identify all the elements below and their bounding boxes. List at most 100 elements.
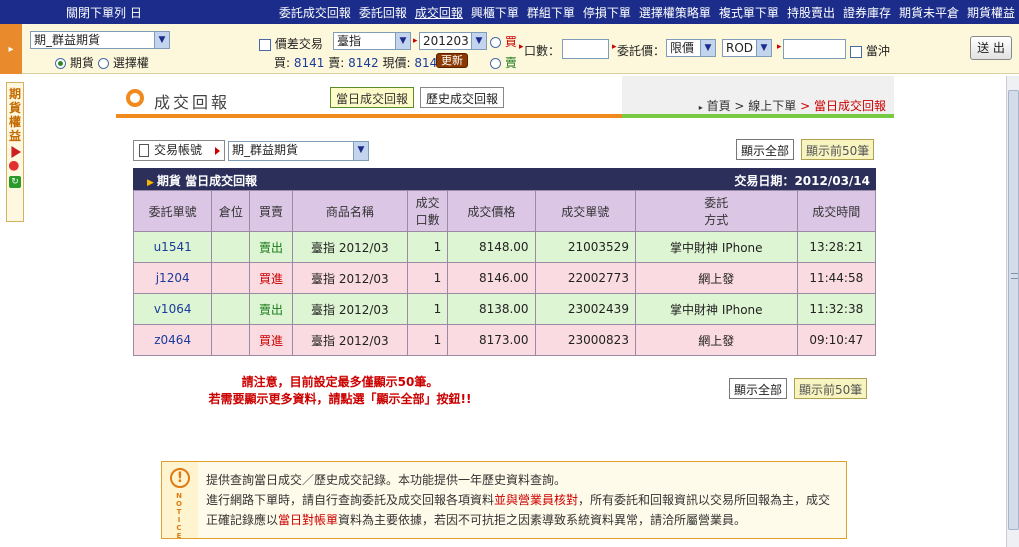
nav-link-5[interactable]: 停損下單 — [583, 4, 631, 21]
nav-link-2[interactable]: 成交回報 — [415, 4, 463, 21]
notice-line-3: 正確記錄應以當日對帳單資料為主要依據，若因不可抗拒之因素導致系統資料異常，請洽所… — [206, 510, 830, 530]
show-50-button-top[interactable]: 顯示前50筆 — [801, 139, 875, 160]
options-radio[interactable]: 選擇權 — [98, 54, 149, 71]
play-icon[interactable] — [11, 146, 21, 158]
quote-last-label: 現價: — [382, 56, 411, 70]
quantity-input[interactable] — [562, 39, 609, 59]
breadcrumb-home[interactable]: 首頁 — [707, 99, 731, 113]
nav-link-4[interactable]: 群組下單 — [527, 4, 575, 21]
notice-line-2-text: ，所有委託和回報資訊以交易所回報為主，成交 — [578, 493, 831, 507]
quantity-label: 口數： — [524, 44, 561, 58]
top-nav-links: 委託成交回報 委託回報 成交回報 興櫃下單 群組下單 停損下單 選擇權策略單 複式單下單 持股賣… — [279, 4, 1015, 21]
futures-radio[interactable]: 期貨 — [55, 54, 94, 71]
nav-link-10[interactable]: 期貨未平倉 — [899, 4, 959, 21]
nav-link-11[interactable]: 期貨權益 — [967, 4, 1015, 21]
quote-line: 買: 8141 賣: 8142 現價: 8142 — [274, 54, 445, 71]
display-limit-warning: 請注意，目前設定最多僅顯示50筆。 若需要顯示更多資料，請點選「顯示全部」按鈕!… — [190, 374, 490, 408]
time-in-force-select[interactable]: ROD ▼ — [722, 39, 772, 57]
price-type-select[interactable]: 限價 ▼ — [666, 39, 716, 57]
quote-sell-label: 賣: — [328, 56, 345, 70]
notice-badge-text: NOTICE — [174, 492, 184, 540]
column-header-text: 商品名稱 — [325, 204, 374, 219]
warning-line-1: 請注意，目前設定最多僅顯示50筆。 — [241, 375, 439, 389]
required-mark-icon: ▸ — [519, 42, 524, 52]
column-header-text: 成交單號 — [561, 204, 610, 219]
show-all-button-top[interactable]: 顯示全部 — [736, 139, 795, 160]
breadcrumb-online-order[interactable]: 線上下單 — [748, 99, 796, 113]
time-in-force-value: ROD — [726, 41, 754, 55]
radio-empty-icon — [490, 37, 501, 48]
scrollbar-thumb[interactable] — [1008, 90, 1019, 530]
column-header-text: 方式 — [704, 213, 729, 227]
header-underline-orange — [116, 114, 622, 118]
side-quick-panel: 期貨權益 ↻ — [6, 82, 24, 222]
quote-sell-value: 8142 — [348, 56, 379, 70]
quote-buy-value: 8141 — [293, 56, 325, 70]
futures-equity-vertical-label[interactable]: 期貨權益 — [7, 83, 23, 143]
product-cell: 臺指 2012/03 — [291, 324, 409, 356]
product-select[interactable]: 臺指 ▼ — [333, 32, 411, 50]
price-cell: 8146.00 — [447, 262, 536, 294]
trades-table: 委託單號 倉位 買賣 商品名稱 成交 口數 成交價格 成交單號 委託 方式 成交時間 u1541 賣出… — [132, 190, 877, 356]
trade-number-cell: 23002439 — [534, 293, 636, 325]
spread-trade-checkbox[interactable]: 價差交易 — [259, 35, 323, 52]
sell-radio[interactable]: 賣 — [490, 54, 517, 71]
trade-date: 交易日期：2012/03/14 — [734, 172, 870, 189]
pin-icon[interactable] — [9, 161, 21, 173]
refresh-icon[interactable]: ↻ — [9, 176, 21, 188]
nav-link-8[interactable]: 持股賣出 — [787, 4, 835, 21]
submit-order-button[interactable]: 送 出 — [970, 36, 1012, 60]
refresh-quote-button[interactable]: 更新 — [436, 53, 468, 68]
notice-badge-char: T — [176, 508, 182, 516]
table-body: u1541 賣出 臺指 2012/03 1 8148.00 21003529 掌中財神 IP… — [132, 231, 877, 356]
product-cell: 臺指 2012/03 — [291, 293, 409, 325]
tab-today-trades[interactable]: 當日成交回報 — [330, 87, 415, 108]
trade-account-select[interactable]: 期_群益期貨 ▼ — [228, 141, 369, 161]
nav-link-0[interactable]: 委託成交回報 — [279, 4, 351, 21]
contract-month-value: 201203 — [423, 34, 469, 48]
notice-box: ! NOTICE 提供查詢當日成交／歷史成交記錄。本功能提供一年歷史資料查詢。 … — [161, 461, 847, 540]
trade-number-cell: 21003529 — [534, 231, 636, 263]
day-trade-checkbox[interactable]: 當沖 — [850, 42, 890, 59]
trade-time-cell: 09:10:47 — [796, 324, 877, 356]
show-50-button-bottom[interactable]: 顯示前50筆 — [794, 378, 868, 399]
buy-radio-label: 買 — [504, 35, 517, 49]
radio-empty-icon — [98, 58, 109, 69]
price-cell: 8173.00 — [447, 324, 536, 356]
column-header-text: 倉位 — [218, 204, 243, 219]
collapse-order-bar-tab[interactable]: ▸ — [0, 24, 22, 74]
close-order-bar-link[interactable]: 關閉下單列 日 — [66, 4, 142, 21]
order-entry-bar: ▸ 期_群益期貨 ▼ 期貨 選擇權 價差交易 臺指 ▼ ▸ 201203 ▼ 買… — [0, 24, 1019, 74]
position-cell — [211, 262, 251, 294]
breadcrumb-separator: > — [730, 99, 749, 113]
account-select[interactable]: 期_群益期貨 ▼ — [30, 31, 170, 49]
nav-link-1[interactable]: 委託回報 — [359, 4, 407, 21]
nav-link-7[interactable]: 複式單下單 — [719, 4, 779, 21]
vertical-scrollbar[interactable] — [1006, 76, 1019, 547]
notice-line-3-text: 資料為主要依據，若因不可抗拒之因素導致系統資料異常，請洽所屬營業員。 — [338, 513, 747, 527]
top-nav-bar: 關閉下單列 日 委託成交回報 委託回報 成交回報 興櫃下單 群組下單 停損下單 選擇權策略單… — [0, 0, 1019, 24]
buy-radio[interactable]: 買 — [490, 33, 517, 50]
order-number-cell: z0464 — [132, 324, 213, 356]
trade-number-cell: 23000823 — [534, 324, 636, 356]
arrow-right-icon — [215, 147, 220, 155]
trade-account-button[interactable]: 交易帳號 — [133, 140, 225, 161]
chevron-down-icon: ▼ — [395, 33, 410, 49]
side-cell: 買進 — [249, 262, 293, 294]
column-header: 成交單號 — [534, 190, 636, 232]
nav-link-3[interactable]: 興櫃下單 — [471, 4, 519, 21]
column-header: 成交 口數 — [407, 190, 449, 232]
tab-history-trades[interactable]: 歷史成交回報 — [420, 87, 505, 108]
price-type-value: 限價 — [670, 41, 695, 55]
document-icon — [139, 144, 149, 157]
nav-link-9[interactable]: 證券庫存 — [843, 4, 891, 21]
nav-link-6[interactable]: 選擇權策略單 — [639, 4, 711, 21]
chevron-down-icon: ▼ — [756, 40, 771, 56]
trade-time-cell: 13:28:21 — [796, 231, 877, 263]
warning-line-2: 若需要顯示更多資料，請點選「顯示全部」按鈕!! — [208, 392, 472, 406]
show-all-button-bottom[interactable]: 顯示全部 — [729, 378, 788, 399]
day-trade-label: 當沖 — [865, 44, 890, 58]
contract-month-select[interactable]: 201203 ▼ — [419, 32, 487, 50]
price-input[interactable] — [783, 39, 846, 59]
page-header: 成交回報 ▸ 首頁 > 線上下單 > 當日成交回報 — [116, 76, 894, 120]
